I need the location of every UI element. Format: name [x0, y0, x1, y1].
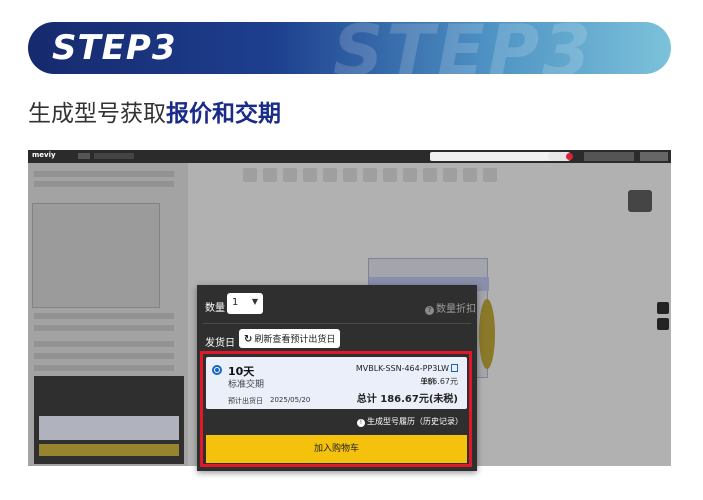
radio-selected[interactable]: [212, 365, 222, 375]
chevron-down-icon: ▼: [251, 297, 258, 306]
quote-panel: 数量 1 ▼ ? 数量折扣 发货日 ↻ 刷新查看预计出货日 10天 标准交期 预计出货…: [197, 285, 477, 471]
slide: STEP3 STEP3 生成型号获取报价和交期 meviy 数量 1 ▼ ? 数…: [0, 0, 703, 500]
add-to-cart-button[interactable]: 加入购物车: [206, 435, 467, 463]
quantity-label: 数量: [205, 303, 225, 314]
quantity-value: 1: [232, 297, 239, 308]
refresh-label: 刷新查看预计出货日: [254, 335, 336, 345]
delivery-option-card[interactable]: 10天 标准交期 预计出货日 2025/05/20 MVBLK-SSN-464-…: [206, 357, 467, 409]
quantity-select[interactable]: 1 ▼: [227, 293, 263, 314]
ship-date-label: 发货日: [205, 338, 235, 349]
history-link[interactable]: ! 生成型号履历（历史记录）: [357, 416, 463, 427]
part-number-text: MVBLK-SSN-464-PP3LW: [355, 364, 449, 373]
part-number: MVBLK-SSN-464-PP3LW: [356, 364, 458, 373]
account-select[interactable]: [584, 152, 634, 161]
unit-price-value: 186.67元: [422, 377, 458, 386]
question-icon: ?: [425, 306, 434, 315]
quantity-discount-link[interactable]: ? 数量折扣: [425, 300, 476, 315]
topbar-button[interactable]: [640, 152, 668, 161]
ship-date-caption: 预计出货日: [228, 397, 263, 405]
quantity-discount-label: 数量折扣: [436, 304, 476, 315]
copy-icon[interactable]: [451, 364, 458, 372]
ship-date-value: 2025/05/20: [270, 396, 311, 404]
refresh-icon: ↻: [244, 334, 253, 345]
step-label: STEP3: [52, 28, 177, 68]
headline-normal: 生成型号获取: [28, 101, 166, 127]
headline: 生成型号获取报价和交期: [28, 94, 281, 128]
step-banner: STEP3 STEP3: [28, 22, 671, 74]
app-topbar: meviy: [28, 150, 671, 163]
info-icon: !: [357, 419, 365, 427]
step-banner-watermark: STEP3: [333, 22, 594, 74]
refresh-ship-date-button[interactable]: ↻ 刷新查看预计出货日: [239, 329, 340, 348]
breadcrumb[interactable]: [78, 153, 90, 159]
app-logo: meviy: [32, 151, 56, 159]
notification-badge: [566, 153, 573, 160]
total-price: 总计 186.67元(未税): [356, 394, 458, 405]
project-name[interactable]: [94, 153, 134, 159]
headline-bold: 报价和交期: [166, 101, 281, 127]
search-input[interactable]: [430, 152, 560, 161]
divider: [203, 323, 471, 324]
history-label: 生成型号履历（历史记录）: [367, 417, 463, 426]
delivery-type: 标准交期: [228, 380, 265, 390]
